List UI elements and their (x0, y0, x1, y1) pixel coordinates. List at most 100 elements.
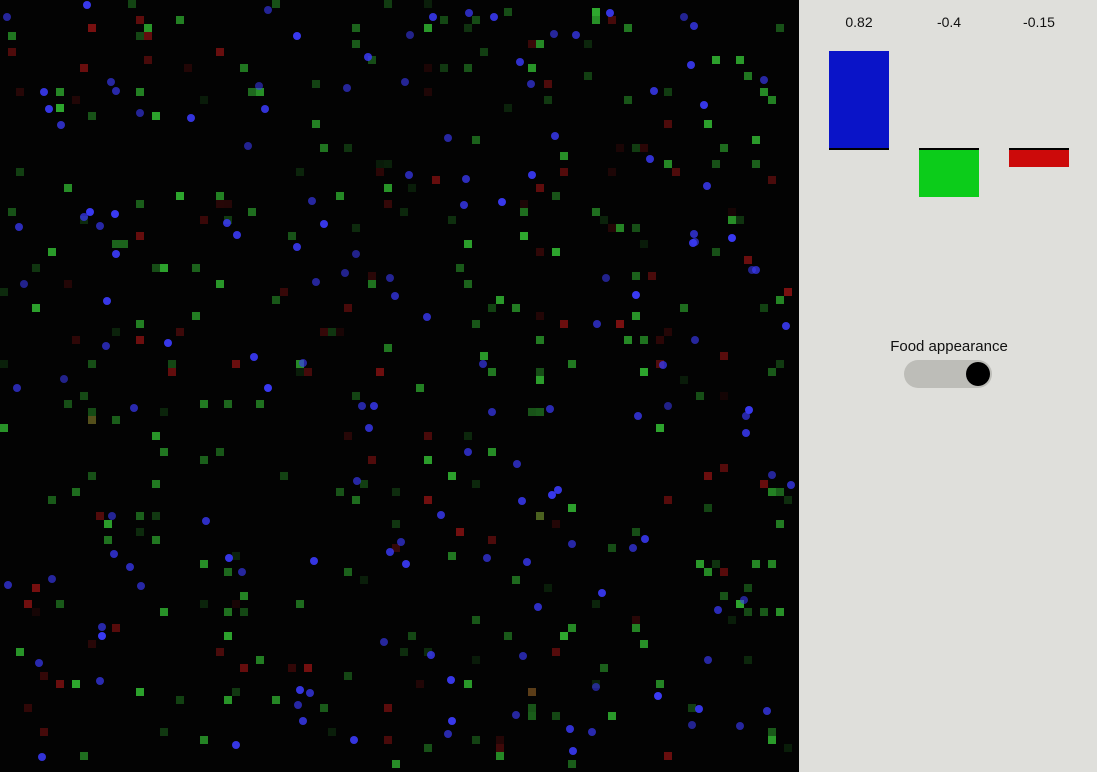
food-cell (88, 408, 96, 416)
food-cell (512, 576, 520, 584)
food-cell (680, 376, 688, 384)
agent-dot (566, 725, 574, 733)
agent-dot (588, 728, 596, 736)
food-cell (448, 216, 456, 224)
food-cell (152, 432, 160, 440)
food-appearance-toggle[interactable] (904, 360, 992, 388)
food-cell (664, 160, 672, 168)
food-cell (752, 560, 760, 568)
bar-baseline (829, 148, 889, 150)
food-cell (424, 496, 432, 504)
food-cell (552, 248, 560, 256)
food-cell (216, 648, 224, 656)
food-cell (248, 208, 256, 216)
agent-dot (57, 121, 65, 129)
food-cell (768, 560, 776, 568)
agent-dot (703, 182, 711, 190)
agent-dot (760, 76, 768, 84)
food-cell (536, 368, 544, 376)
food-cell (456, 264, 464, 272)
food-cell (64, 184, 72, 192)
food-cell (296, 600, 304, 608)
agent-dot (690, 22, 698, 30)
agent-dot (264, 384, 272, 392)
bar-value-label-red: -0.15 (1023, 14, 1055, 30)
food-cell (128, 0, 136, 8)
food-cell (336, 192, 344, 200)
food-cell (296, 168, 304, 176)
food-cell (544, 80, 552, 88)
food-cell (112, 328, 120, 336)
agent-dot (312, 278, 320, 286)
food-cell (296, 368, 304, 376)
food-cell (616, 320, 624, 328)
agent-dot (654, 692, 662, 700)
food-cell (336, 488, 344, 496)
food-cell (104, 536, 112, 544)
food-cell (752, 136, 760, 144)
food-cell (440, 16, 448, 24)
food-cell (432, 176, 440, 184)
food-cell (56, 600, 64, 608)
toggle-knob[interactable] (966, 362, 990, 386)
agent-dot (518, 497, 526, 505)
food-cell (160, 408, 168, 416)
agent-dot (103, 297, 111, 305)
food-cell (344, 568, 352, 576)
agent-dot (534, 603, 542, 611)
food-cell (328, 728, 336, 736)
food-cell (224, 400, 232, 408)
agent-dot (527, 80, 535, 88)
bar-value-label-green: -0.4 (936, 14, 962, 30)
food-cell (72, 680, 80, 688)
food-cell (448, 472, 456, 480)
food-cell (504, 104, 512, 112)
food-cell (496, 744, 504, 752)
agent-dot (401, 78, 409, 86)
agent-dot (202, 517, 210, 525)
food-cell (184, 64, 192, 72)
agent-dot (447, 676, 455, 684)
food-cell (640, 240, 648, 248)
food-cell (568, 504, 576, 512)
food-cell (72, 96, 80, 104)
food-cell (656, 680, 664, 688)
agent-dot (688, 721, 696, 729)
food-cell (592, 16, 600, 24)
agent-dot (550, 30, 558, 38)
bar-baseline (919, 148, 979, 150)
agent-dot (498, 198, 506, 206)
food-cell (624, 336, 632, 344)
food-cell (536, 376, 544, 384)
food-cell (768, 488, 776, 496)
agent-dot (687, 61, 695, 69)
food-cell (72, 336, 80, 344)
food-cell (376, 368, 384, 376)
food-cell (720, 592, 728, 600)
food-cell (160, 728, 168, 736)
agent-dot (352, 250, 360, 258)
agent-dot (386, 548, 394, 556)
agent-dot (308, 197, 316, 205)
agent-dot (250, 353, 258, 361)
agent-dot (728, 234, 736, 242)
agent-dot (80, 213, 88, 221)
food-cell (32, 608, 40, 616)
agent-dot (546, 405, 554, 413)
food-cell (360, 480, 368, 488)
food-cell (728, 216, 736, 224)
agent-dot (659, 361, 667, 369)
food-cell (456, 528, 464, 536)
food-cell (80, 752, 88, 760)
food-cell (760, 88, 768, 96)
food-cell (536, 184, 544, 192)
food-cell (536, 248, 544, 256)
food-cell (464, 24, 472, 32)
food-cell (552, 520, 560, 528)
food-cell (16, 168, 24, 176)
food-cell (424, 432, 432, 440)
food-cell (416, 384, 424, 392)
agent-dot (187, 114, 195, 122)
agent-dot (742, 429, 750, 437)
agent-dot (136, 109, 144, 117)
